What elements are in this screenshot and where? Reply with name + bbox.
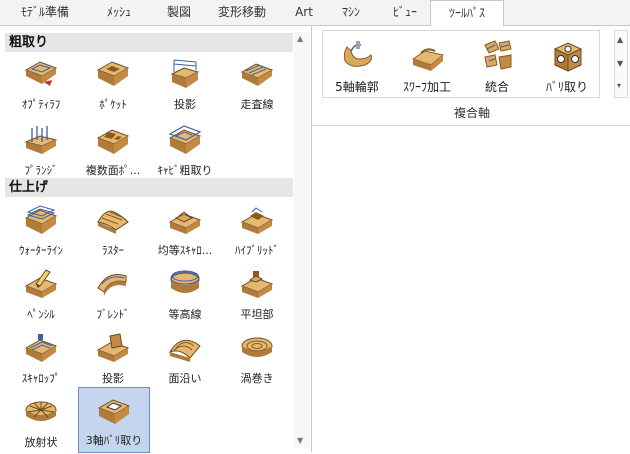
multi-axis-gallery: 5軸輪郭 ｽﾜｰﾌ加工 統合 ﾊﾞﾘ取り [322,30,600,98]
item-radial[interactable]: 放射状 [6,390,76,454]
5axis-contour-button[interactable]: 5軸輪郭 [327,33,387,97]
optirough-icon [24,58,58,90]
tab-transform[interactable]: 変形移動 [206,0,278,25]
spiral-icon [240,332,274,364]
tab-drafting[interactable]: 製図 [152,0,206,25]
merge-button[interactable]: 統合 [467,33,527,97]
projection-icon [168,58,202,90]
raster-label: ﾗｽﾀｰ [102,244,124,257]
item-pocket[interactable]: ﾎﾟｹｯﾄ [78,52,148,116]
ribbon-group-label: 複合軸 [453,106,490,120]
raster-icon [96,204,130,236]
radial-label: 放射状 [24,436,58,449]
item-raster[interactable]: ﾗｽﾀｰ [78,198,148,262]
along-surface-icon [168,332,202,364]
projection-finish-icon [96,332,130,364]
equal-scallop-label: 均等ｽｷｬﾛ... [157,244,213,257]
flat-area-label: 平坦部 [240,308,274,321]
item-scallop[interactable]: ｽｷｬﾛｯﾌﾟ [6,326,76,390]
merge-icon [481,39,515,73]
cavity-rough-icon [168,124,202,156]
swarf-machining-icon [411,39,445,73]
item-multi-surface-pocket[interactable]: 複数面ﾎﾟ... [78,118,148,182]
3axis-deburr-icon [97,394,131,426]
item-optirough[interactable]: ｵﾌﾟﾃｨﾗﾌ [6,52,76,116]
deburr-button[interactable]: ﾊﾞﾘ取り [537,33,597,97]
3axis-deburr-label: 3軸ﾊﾞﾘ取り [85,434,143,447]
ribbon-gallery-scroll[interactable]: ▲ ▼ ▾ [614,30,628,98]
toolpath-gallery-dropdown: ▲ ▼ 粗取り ｵﾌﾟﾃｨﾗﾌ ﾎﾟｹｯﾄ 投影 走査線 ﾌﾟﾗﾝｼﾞ 複数面ﾎ… [0,26,312,454]
along-surface-label: 面沿い [168,372,202,385]
contour-line-label: 等高線 [168,308,202,321]
hybrid-label: ﾊｲﾌﾞﾘｯﾄﾞ [235,244,279,257]
blend-label: ﾌﾞﾚﾝﾄﾞ [96,308,130,321]
plunge-label: ﾌﾟﾗﾝｼﾞ [24,164,58,177]
item-projection-finish[interactable]: 投影 [78,326,148,390]
gallery-expand-icon[interactable]: ▾ [617,81,621,90]
deburr-icon [551,39,585,73]
scan-line-icon [240,58,274,90]
ribbon-content: 5軸輪郭 ｽﾜｰﾌ加工 統合 ﾊﾞﾘ取り ▲ ▼ ▾ 複合軸 [312,26,630,126]
multi-surface-pocket-label: 複数面ﾎﾟ... [85,164,141,177]
scroll-down-icon[interactable]: ▼ [297,436,303,445]
5axis-contour-icon [341,39,375,73]
item-hybrid[interactable]: ﾊｲﾌﾞﾘｯﾄﾞ [222,198,292,262]
item-plunge[interactable]: ﾌﾟﾗﾝｼﾞ [6,118,76,182]
waterline-label: ｳｫｰﾀｰﾗｲﾝ [19,244,63,257]
blend-icon [96,268,130,300]
pocket-icon [96,58,130,90]
scroll-down-icon[interactable]: ▼ [617,59,623,68]
pocket-label: ﾎﾟｹｯﾄ [99,98,127,111]
pencil-icon [24,268,58,300]
waterline-icon [24,204,58,236]
item-blend[interactable]: ﾌﾞﾚﾝﾄﾞ [78,262,148,326]
item-flat-area[interactable]: 平坦部 [222,262,292,326]
tab-view[interactable]: ﾋﾞｭｰ [378,0,432,25]
item-projection[interactable]: 投影 [150,52,220,116]
merge-label: 統合 [484,80,509,94]
item-waterline[interactable]: ｳｫｰﾀｰﾗｲﾝ [6,198,76,262]
section-header-roughing: 粗取り [5,33,293,52]
swarf-machining-button[interactable]: ｽﾜｰﾌ加工 [397,33,457,97]
tab-mesh[interactable]: ﾒｯｼｭ [88,0,150,25]
deburr-label: ﾊﾞﾘ取り [545,80,588,94]
radial-icon [24,396,58,428]
swarf-machining-label: ｽﾜｰﾌ加工 [402,80,451,94]
5axis-contour-label: 5軸輪郭 [335,80,379,94]
scallop-label: ｽｷｬﾛｯﾌﾟ [21,372,61,385]
pencil-label: ﾍﾟﾝｼﾙ [27,308,55,321]
scroll-up-icon[interactable]: ▲ [617,35,623,44]
scallop-icon [24,332,58,364]
item-contour-line[interactable]: 等高線 [150,262,220,326]
plunge-icon [24,124,58,156]
hybrid-icon [240,204,274,236]
projection-label: 投影 [174,98,196,111]
tab-toolpath[interactable]: ﾂｰﾙﾊﾟｽ [430,0,504,27]
spiral-label: 渦巻き [240,372,274,385]
item-cavity-rough[interactable]: ｷｬﾋﾞ粗取り [150,118,220,182]
item-equal-scallop[interactable]: 均等ｽｷｬﾛ... [150,198,220,262]
projection-finish-label: 投影 [102,372,124,385]
tab-machine[interactable]: ﾏｼﾝ [326,0,376,25]
scan-line-label: 走査線 [240,98,274,111]
tab-art[interactable]: Art [284,0,324,25]
multi-surface-pocket-icon [96,124,130,156]
item-pencil[interactable]: ﾍﾟﾝｼﾙ [6,262,76,326]
scroll-up-icon[interactable]: ▲ [297,34,303,43]
flat-area-icon [240,268,274,300]
cavity-rough-label: ｷｬﾋﾞ粗取り [157,164,213,177]
ribbon-tab-bar: ﾓﾃﾞﾙ準備 ﾒｯｼｭ 製図 変形移動 Art ﾏｼﾝ ﾋﾞｭｰ ﾂｰﾙﾊﾟｽ [0,0,630,27]
item-spiral[interactable]: 渦巻き [222,326,292,390]
tab-model-prep[interactable]: ﾓﾃﾞﾙ準備 [6,0,84,25]
contour-line-icon [168,268,202,300]
item-3axis-deburr[interactable]: 3軸ﾊﾞﾘ取り [78,387,150,453]
item-along-surface[interactable]: 面沿い [150,326,220,390]
item-scan-line[interactable]: 走査線 [222,52,292,116]
section-header-finishing: 仕上げ [5,178,293,197]
optirough-label: ｵﾌﾟﾃｨﾗﾌ [21,98,61,111]
equal-scallop-icon [168,204,202,236]
